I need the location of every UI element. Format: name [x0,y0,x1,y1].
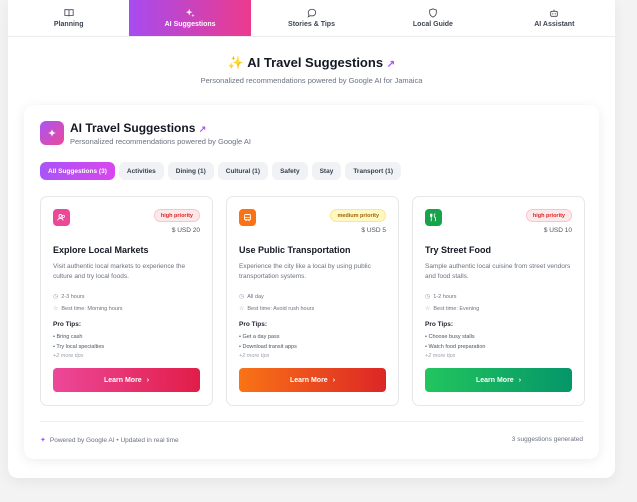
tip-item: • Choose busy stalls [425,334,475,340]
robot-icon [550,9,559,17]
duration: ◷ 1-2 hours [425,293,457,301]
card-title: Try Street Food [425,245,492,255]
people-icon [53,209,70,226]
price: $ USD 20 [171,227,200,234]
best-time: ☆ Best time: Avoid rush hours [239,305,315,313]
more-tips: +2 more tips [425,353,456,359]
best-time: ☆ Best time: Evening [425,305,480,313]
tab-stories-tips[interactable]: Stories & Tips [251,0,372,36]
tab-ai-suggestions[interactable]: AI Suggestions [129,0,251,36]
bus-icon [239,209,256,226]
star-icon: ☆ [53,306,59,312]
learn-more-button[interactable]: Learn More › [425,368,572,392]
clock-icon: ◷ [425,294,431,300]
priority-badge: high priority [153,209,200,222]
suggestion-count: 3 suggestions generated [511,436,583,443]
sparkles-icon: ✨ [227,55,245,70]
sparkles-icon: ✦ [40,437,46,444]
trending-up-icon: ↗ [198,124,207,134]
star-icon: ☆ [239,306,245,312]
pro-tips-heading: Pro Tips: [53,321,82,328]
app-shell: Planning AI Suggestions Stories & Tips L… [8,0,615,478]
filter-safety[interactable]: Safety [272,162,308,180]
page-title: ✨ AI Travel Suggestions ↗ [8,55,615,71]
filter-activities[interactable]: Activities [118,162,164,180]
duration: ◷ All day [239,293,264,301]
suggestion-card: high priority $ USD 20 Explore Local Mar… [40,196,213,406]
panel-subtitle: Personalized recommendations powered by … [70,137,251,146]
tip-item: • Watch food preparation [425,344,486,350]
tab-ai-assistant[interactable]: AI Assistant [494,0,615,36]
priority-badge: medium priority [330,209,386,222]
page-title-text: AI Travel Suggestions [247,55,384,70]
pro-tips-heading: Pro Tips: [239,321,268,328]
tab-label: AI Suggestions [164,21,216,28]
chevron-right-icon: › [518,376,522,384]
suggestion-card: high priority $ USD 10 Try Street Food S… [412,196,585,406]
footer-powered-by: ✦ Powered by Google AI • Updated in real… [40,436,179,445]
tab-label: Local Guide [412,21,453,28]
card-description: Sample authentic local cuisine from stre… [425,263,571,280]
price: $ USD 10 [543,227,572,234]
tab-label: Planning [53,21,84,28]
tab-label: Stories & Tips [288,21,335,28]
card-title: Explore Local Markets [53,245,149,255]
utensils-icon [425,209,442,226]
chevron-right-icon: › [332,376,336,384]
more-tips: +2 more tips [53,353,84,359]
filter-stay[interactable]: Stay [311,162,342,180]
duration: ◷ 2-3 hours [53,293,85,301]
card-description: Experience the city like a local by usin… [239,263,371,280]
star-icon: ☆ [425,306,431,312]
category-filters: All Suggestions (3) Activities Dining (1… [40,162,402,180]
tab-local-guide[interactable]: Local Guide [372,0,493,36]
clock-icon: ◷ [53,294,59,300]
pro-tips-heading: Pro Tips: [425,321,454,328]
panel-title: AI Travel Suggestions ↗ [70,121,206,135]
learn-more-button[interactable]: Learn More › [239,368,386,392]
filter-cultural[interactable]: Cultural (1) [217,162,269,180]
chevron-right-icon: › [146,376,150,384]
tip-item: • Get a day pass [239,334,280,340]
tip-item: • Try local specialties [53,344,105,350]
panel-title-text: AI Travel Suggestions [70,121,196,135]
more-tips: +2 more tips [239,353,270,359]
sparkles-icon: ✦ [40,121,64,145]
best-time: ☆ Best time: Morning hours [53,305,123,313]
tab-planning[interactable]: Planning [8,0,129,36]
learn-more-button[interactable]: Learn More › [53,368,200,392]
filter-all[interactable]: All Suggestions (3) [40,162,115,180]
tab-label: AI Assistant [534,21,575,28]
tip-item: • Download transit apps [239,344,297,350]
sparkles-icon [185,8,195,18]
card-description: Visit authentic local markets to experie… [53,263,186,280]
card-title: Use Public Transportation [239,245,351,255]
book-icon [64,9,74,17]
trending-up-icon: ↗ [386,59,396,70]
chat-bubble-icon [306,8,316,18]
main-tabs: Planning AI Suggestions Stories & Tips L… [8,0,615,37]
tip-item: • Bring cash [53,334,83,340]
suggestion-card: medium priority $ USD 5 Use Public Trans… [226,196,399,406]
clock-icon: ◷ [239,294,245,300]
page-subtitle: Personalized recommendations powered by … [200,76,423,85]
priority-badge: high priority [525,209,572,222]
footer-divider [40,421,583,422]
price: $ USD 5 [361,227,386,234]
filter-transport[interactable]: Transport (1) [345,162,402,180]
shield-icon [429,8,437,18]
suggestion-cards: high priority $ USD 20 Explore Local Mar… [40,196,585,406]
filter-dining[interactable]: Dining (1) [167,162,214,180]
suggestions-panel: ✦ AI Travel Suggestions ↗ Personalized r… [24,105,599,459]
